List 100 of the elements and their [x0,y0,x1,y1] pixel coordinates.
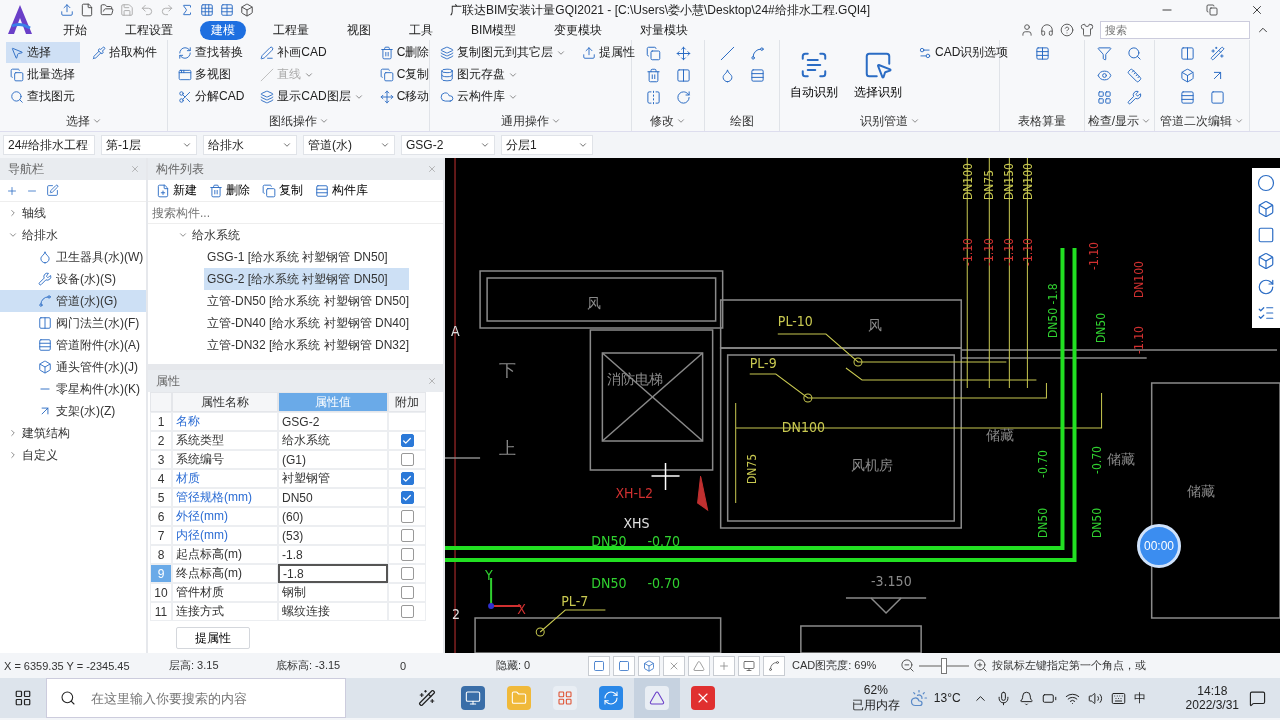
list-item[interactable]: 立管-DN40 [给水系统 衬塑钢管 DN40] [204,312,409,334]
recognize-button[interactable]: 选择识别 [850,42,906,108]
ribbon-button[interactable]: 云构件库 [436,86,570,107]
tree-item[interactable]: 支架(水)(Z) [0,400,146,422]
toolbar-button[interactable]: 新建 [154,182,199,199]
checkbox[interactable] [400,453,414,466]
ribbon-button[interactable]: C复制 [375,64,434,85]
save-icon[interactable] [120,3,134,17]
menu-tab[interactable]: 对量模块 [629,20,700,40]
tree-item[interactable]: 轴线 [22,204,46,222]
expanded-caret-icon[interactable] [178,230,188,240]
caret-icon[interactable] [318,116,329,126]
property-value[interactable]: 钢制 [278,583,388,602]
search-field[interactable]: 搜索 [1100,21,1250,39]
ortho-button[interactable] [588,655,610,676]
tree-item[interactable]: 通头管件(水)(J) [0,356,146,378]
property-value[interactable]: 衬塑钢管 [278,469,388,488]
dropdown-select[interactable]: 给排水 [203,135,297,155]
ribbon-button[interactable]: C删除 [375,42,434,63]
restore-icon[interactable] [1206,4,1218,16]
keyboard-icon[interactable] [1110,690,1126,706]
collapsed-caret-icon[interactable] [8,208,18,218]
clock-date[interactable]: 2022/3/31 [1185,698,1239,712]
tree-item[interactable]: 卫生器具(水)(W) [0,246,146,268]
rotate-icon[interactable] [1257,278,1275,296]
property-value[interactable]: (53) [278,526,388,545]
expanded-caret-icon[interactable] [8,230,18,240]
tree-item[interactable]: 建筑结构 [22,424,70,442]
ribbon-button[interactable]: 复制图元到其它层 [436,42,570,63]
caret-icon[interactable] [91,116,102,126]
ribbon-button[interactable]: CAD识别选项 [914,42,1013,63]
ribbon-button[interactable]: 选择 [6,42,80,63]
property-value[interactable]: -1.8 [278,564,388,583]
checkbox[interactable] [400,434,414,447]
arc-button[interactable] [763,655,785,676]
dropdown-select[interactable]: GSG-2 [401,135,495,155]
tree-item[interactable]: 自定义 [22,446,58,464]
property-value[interactable]: 螺纹连接 [278,602,388,621]
ribbon-button[interactable]: 图元存盘 [436,64,570,85]
box-icon[interactable] [240,3,254,17]
checkbox[interactable] [400,491,414,504]
caret-icon[interactable] [1141,116,1152,126]
ribbon-button[interactable]: 查找替换 [174,42,249,63]
ribbon-button[interactable]: 查找图元 [6,86,80,107]
collapsed-caret-icon[interactable] [8,450,18,460]
checkbox[interactable] [400,605,414,618]
dropdown-select[interactable]: 分层1 [501,135,593,155]
list-item[interactable]: GSG-2 [给水系统 衬塑钢管 DN50] [204,268,409,290]
temperature-text[interactable]: 13°C [933,691,961,705]
list-item[interactable]: 立管-DN32 [给水系统 衬塑钢管 DN32] [204,334,409,356]
menu-tab[interactable]: 视图 [336,20,382,40]
checkbox[interactable] [400,529,414,542]
snap-button[interactable] [613,655,635,676]
dropdown-select[interactable]: 第-1层 [101,135,197,155]
headset-icon[interactable] [1040,23,1054,37]
checkbox[interactable] [400,510,414,523]
angle-button[interactable] [688,655,710,676]
undo-icon[interactable] [140,3,154,17]
bell-icon[interactable] [1018,690,1034,706]
tree-item[interactable]: 阀门法兰(水)(F) [0,312,146,334]
checkbox[interactable] [400,548,414,561]
redo-icon[interactable] [160,3,174,17]
input-method-text[interactable]: 中 [1133,689,1146,707]
caret-icon[interactable] [909,116,920,126]
shirt-icon[interactable] [1080,23,1094,37]
property-value[interactable]: GSG-2 [278,412,388,431]
property-value[interactable]: 给水系统 [278,431,388,450]
menu-tab[interactable]: 开始 [52,20,98,40]
folder-icon[interactable] [100,3,114,17]
toolbar-button[interactable]: 删除 [207,182,252,199]
tree-item[interactable]: 零星构件(水)(K) [0,378,146,400]
mic-icon[interactable] [995,690,1011,706]
caret-icon[interactable] [1234,116,1244,126]
zoom-out-icon[interactable] [900,658,915,673]
ribbon-button[interactable]: 显示CAD图层 [256,86,368,107]
ribbon-button[interactable]: C移动 [375,86,434,107]
toolbar-button[interactable]: 复制 [260,182,305,199]
ribbon-button[interactable]: 多视图 [174,64,249,85]
checkbox[interactable] [400,586,414,599]
caret-icon[interactable] [676,116,686,126]
taskbar-search-field[interactable]: 在这里输入你要搜索的内容 [46,678,346,718]
slider-thumb[interactable] [941,657,947,674]
edit-icon[interactable] [46,184,59,197]
display-button[interactable] [738,655,760,676]
tree-item[interactable]: 管道附件(水)(A) [0,334,146,356]
property-value[interactable]: DN50 [278,488,388,507]
extract-properties-button[interactable]: 提属性 [176,627,250,649]
menu-tab[interactable]: 建模 [200,20,246,40]
close-icon[interactable] [1250,3,1264,17]
table-icon[interactable] [220,3,234,17]
help-icon[interactable] [1060,23,1074,37]
dropdown-select[interactable]: 管道(水) [303,135,395,155]
ribbon-button[interactable]: 补画CAD [256,42,368,63]
weather-icon[interactable] [909,689,928,707]
checkbox[interactable] [400,472,414,485]
wifi-icon[interactable] [1064,690,1080,706]
3d-box-icon[interactable] [1257,200,1275,218]
box-icon[interactable] [1257,252,1275,270]
toolbar-button[interactable]: 构件库 [313,182,370,199]
view-button[interactable] [638,655,660,676]
